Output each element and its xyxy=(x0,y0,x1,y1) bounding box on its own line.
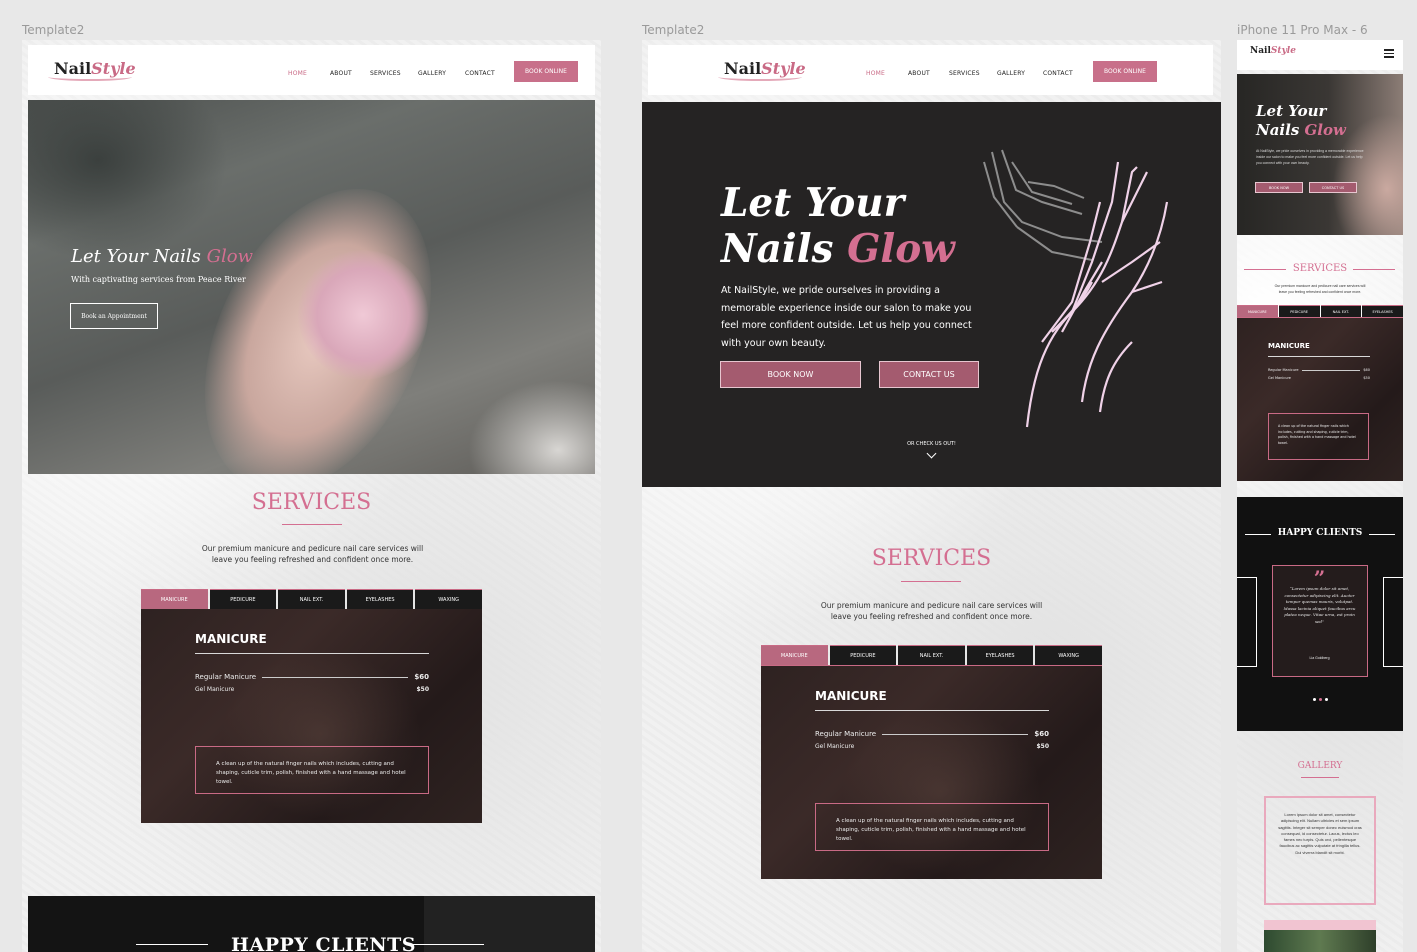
happy-clients-title: HAPPY CLIENTS xyxy=(231,934,417,952)
book-online-button[interactable]: BOOK ONLINE xyxy=(514,61,578,82)
tab-manicure[interactable]: MANICURE xyxy=(1237,305,1278,317)
panel-title: MANICURE xyxy=(815,689,887,703)
price-row: Gel Manicure $50 xyxy=(1268,376,1370,380)
mobile-happy-clients: HAPPY CLIENTS ” “Lorem ipsum dolor sit a… xyxy=(1237,497,1403,731)
frame-label-template2-desktop: Template2 xyxy=(22,23,85,37)
panel-title: MANICURE xyxy=(1268,342,1310,350)
mobile-gallery-title: GALLERY xyxy=(1297,761,1343,771)
prev-testimonial-card[interactable] xyxy=(1237,577,1257,667)
services-tabs: MANICURE PEDICURE NAIL EXT. EYELASHES WA… xyxy=(761,645,1102,665)
tab-pedicure[interactable]: PEDICURE xyxy=(1278,305,1320,317)
nav-about[interactable]: ABOUT xyxy=(330,70,352,77)
testimonial-card: ” “Lorem ipsum dolor sit amet, consectet… xyxy=(1272,565,1368,677)
service-description-box: A clean up of the natural finger nails w… xyxy=(815,803,1049,851)
chevron-down-icon[interactable] xyxy=(926,448,937,459)
brand-logo[interactable]: NailStyle xyxy=(48,59,136,81)
services-title: SERVICES xyxy=(871,546,992,571)
nav-home[interactable]: HOME xyxy=(866,70,885,77)
hero-dark-section: Let Your Nails Glow At NailStyle, we pri… xyxy=(642,102,1221,487)
services-description: Our premium manicure and pedicure nail c… xyxy=(201,544,424,564)
services-title: SERVICES xyxy=(251,490,372,515)
mobile-navbar: NailStyle xyxy=(1237,40,1403,70)
hero-title: Let Your Nails Glow xyxy=(71,246,253,267)
mobile-gallery-image xyxy=(1264,920,1376,952)
tab-eyelashes[interactable]: EYELASHES xyxy=(966,645,1034,665)
brand-logo[interactable]: NailStyle xyxy=(718,59,806,81)
services-description: Our premium manicure and pedicure nail c… xyxy=(820,601,1043,621)
book-appointment-button[interactable]: Book an Appointment xyxy=(70,303,158,329)
price-row: Regular Manicure $60 xyxy=(1268,368,1370,372)
mobile-hero: Let Your Nails Glow At NailStyle, we pri… xyxy=(1237,74,1403,235)
tab-nail-ext[interactable]: NAIL EXT. xyxy=(1320,305,1362,317)
nav-services[interactable]: SERVICES xyxy=(370,70,401,77)
services-panel: MANICURE Regular Manicure $60 Gel Manicur… xyxy=(761,665,1102,879)
tab-waxing[interactable]: WAXING xyxy=(1035,645,1102,665)
happy-clients-title: HAPPY CLIENTS xyxy=(1277,528,1363,538)
mobile-gallery-card: Lorem ipsum dolor sit amet, consectetur … xyxy=(1264,796,1376,905)
mobile-services-tabs: MANICURE PEDICURE NAIL EXT. EYELASHES xyxy=(1237,305,1403,317)
book-online-button[interactable]: BOOK ONLINE xyxy=(1093,61,1157,82)
tab-pedicure[interactable]: PEDICURE xyxy=(829,645,897,665)
book-now-button[interactable]: BOOK NOW xyxy=(720,361,861,388)
tab-manicure[interactable]: MANICURE xyxy=(761,645,828,665)
nav-services[interactable]: SERVICES xyxy=(949,70,980,77)
tab-manicure[interactable]: MANICURE xyxy=(141,589,208,609)
check-us-out-label: OR CHECK US OUT! xyxy=(907,441,956,447)
price-row: Gel Manicure $50 xyxy=(815,743,1049,750)
frame-1-navbar: NailStyle HOME ABOUT SERVICES GALLERY CO… xyxy=(28,45,595,95)
happy-clients-section: HAPPY CLIENTS xyxy=(28,896,595,952)
services-panel: MANICURE Regular Manicure $60 Gel Manicur… xyxy=(141,609,482,823)
hamburger-menu-icon[interactable] xyxy=(1384,49,1394,58)
hero-title: Let Your Nails Glow xyxy=(721,180,955,272)
price-row: Regular Manicure $60 xyxy=(195,673,429,681)
mobile-contact-us-button[interactable]: CONTACT US xyxy=(1309,182,1357,193)
next-testimonial-card[interactable] xyxy=(1383,577,1403,667)
tab-waxing[interactable]: WAXING xyxy=(415,589,482,609)
nav-home[interactable]: HOME xyxy=(288,70,307,77)
mobile-services-text: Our premium manicure and pedicure nail c… xyxy=(1274,284,1366,294)
frame-label-iphone: iPhone 11 Pro Max - 6 xyxy=(1237,23,1368,37)
frame-2-navbar: NailStyle HOME ABOUT SERVICES GALLERY CO… xyxy=(648,45,1213,95)
services-tabs: MANICURE PEDICURE NAIL EXT. EYELASHES WA… xyxy=(141,589,482,609)
mobile-hero-text: At NailStyle, we pride ourselves in prov… xyxy=(1256,149,1364,165)
testimonial-quote: “Lorem ipsum dolor sit amet, consectetur… xyxy=(1283,586,1356,624)
carousel-dots[interactable] xyxy=(1313,698,1328,701)
gallery-text: Lorem ipsum dolor sit amet, consectetur … xyxy=(1278,812,1362,855)
price-row: Regular Manicure $60 xyxy=(815,730,1049,738)
services-underline xyxy=(282,524,342,525)
tab-nail-ext[interactable]: NAIL EXT. xyxy=(898,645,965,665)
hero-photo: Let Your Nails Glow With captivating ser… xyxy=(28,100,595,474)
nav-gallery[interactable]: GALLERY xyxy=(997,70,1025,77)
price-row: Gel Manicure $50 xyxy=(195,686,429,693)
panel-title: MANICURE xyxy=(195,632,267,646)
hands-line-art-icon xyxy=(983,149,1169,428)
mobile-services-title: SERVICES xyxy=(1292,263,1348,274)
nav-contact[interactable]: CONTACT xyxy=(465,70,495,77)
frame-label-template2-variant: Template2 xyxy=(642,23,705,37)
services-underline xyxy=(901,581,961,582)
brand-logo[interactable]: NailStyle xyxy=(1250,46,1296,56)
mobile-services-panel: MANICURE Regular Manicure $60 Gel Manicur… xyxy=(1237,317,1403,481)
contact-us-button[interactable]: CONTACT US xyxy=(879,361,979,388)
hero-paragraph: At NailStyle, we pride ourselves in prov… xyxy=(721,285,972,349)
service-description-box: A clean up of the natural finger nails w… xyxy=(1268,413,1369,460)
nav-about[interactable]: ABOUT xyxy=(908,70,930,77)
tab-pedicure[interactable]: PEDICURE xyxy=(209,589,277,609)
nav-contact[interactable]: CONTACT xyxy=(1043,70,1073,77)
tab-eyelashes[interactable]: EYELASHES xyxy=(346,589,414,609)
hero-subtitle: With captivating services from Peace Riv… xyxy=(71,275,246,284)
mobile-book-now-button[interactable]: BOOK NOW xyxy=(1255,182,1303,193)
service-description-box: A clean up of the natural finger nails w… xyxy=(195,746,429,794)
tab-nail-ext[interactable]: NAIL EXT. xyxy=(278,589,345,609)
testimonial-author: Lia Goldberg xyxy=(1309,656,1330,660)
nav-gallery[interactable]: GALLERY xyxy=(418,70,446,77)
mobile-hero-title: Let Your Nails Glow xyxy=(1256,102,1346,139)
tab-eyelashes[interactable]: EYELASHES xyxy=(1362,305,1403,317)
